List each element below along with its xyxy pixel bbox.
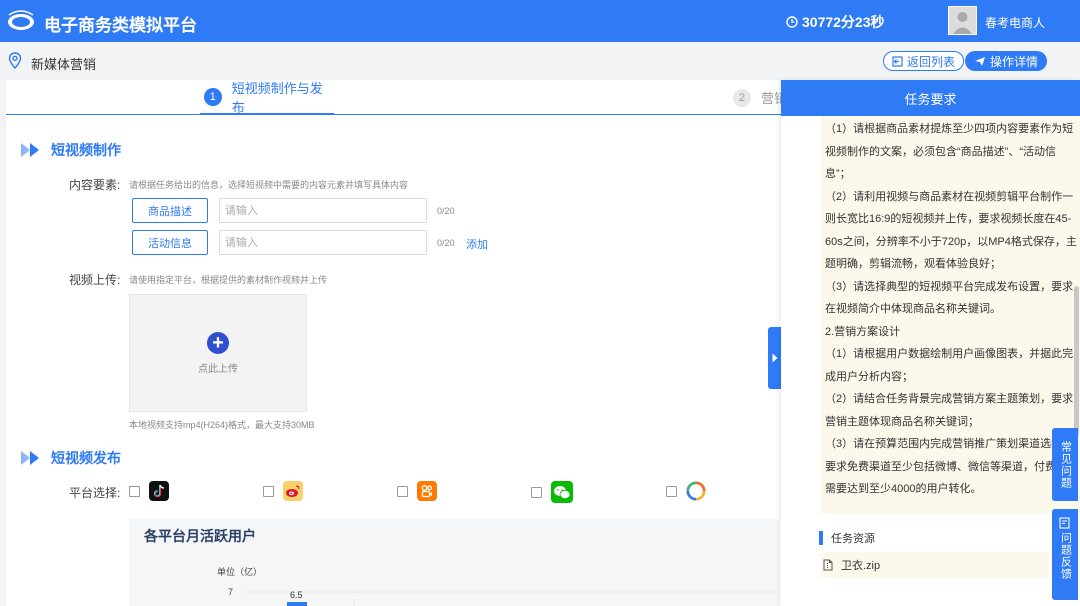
platform-checkbox[interactable] xyxy=(397,485,408,497)
top-bar: 电子商务类模拟平台 30772分23秒 春考电商人 xyxy=(0,0,1080,42)
step-2-number: 2 xyxy=(733,88,751,107)
monthly-active-users-chart: 各平台月活跃用户 单位（亿） 7 6.5 xyxy=(129,519,779,606)
activity-info-counter: 0/20 xyxy=(437,238,455,248)
file-icon xyxy=(823,559,833,571)
task-panel-header: 任务要求 xyxy=(781,80,1080,116)
plus-circle-icon: + xyxy=(207,331,229,354)
douyin-icon xyxy=(149,481,169,501)
production-title: 短视频制作 xyxy=(51,142,121,158)
product-description-input[interactable] xyxy=(219,198,427,223)
video-upload-hint: 请使用指定平台，根据提供的素材制作视频并上传 xyxy=(129,275,328,285)
video-upload-area[interactable]: + 点此上传 xyxy=(129,294,307,412)
step-1-label: 短视频制作与发布 xyxy=(231,80,323,115)
step-1-number: 1 xyxy=(204,87,222,106)
back-to-list-button[interactable]: 返回列表 xyxy=(883,51,965,71)
countdown-timer: 30772分23秒 xyxy=(786,12,885,32)
content-elements-hint: 请根据任务给出的信息，选择短视频中需要的内容元素并填写具体内容 xyxy=(129,180,409,190)
video-channel-icon xyxy=(686,481,706,501)
chart-plot: 7 6.5 xyxy=(228,587,779,606)
faq-tab[interactable]: 常见问题 xyxy=(1052,428,1078,501)
location-pin-icon xyxy=(8,52,22,69)
avatar[interactable] xyxy=(948,6,977,35)
tag-product-description-button[interactable]: 商品描述 xyxy=(132,198,208,223)
activity-info-input[interactable] xyxy=(219,230,427,255)
breadcrumb: 新媒体营销 xyxy=(31,57,97,72)
platform-option-video-channel[interactable] xyxy=(666,481,706,501)
back-to-list-label: 返回列表 xyxy=(907,54,956,69)
section-title-production: 短视频制作 xyxy=(21,140,121,160)
upload-prompt: 点此上传 xyxy=(198,363,238,375)
task-item: （1）请根据用户数据绘制用户画像图表，并据此完成用户分析内容； xyxy=(825,348,1074,383)
add-element-link[interactable]: 添加 xyxy=(466,236,488,252)
task-requirements-panel: 任务要求 （1）请根据商品素材提炼至少四项内容要素作为短视频制作的文案，必须包含… xyxy=(781,80,1080,606)
weibo-icon xyxy=(283,481,303,501)
publish-title: 短视频发布 xyxy=(51,450,121,466)
double-chevron-icon xyxy=(21,451,43,465)
operation-details-button[interactable]: 操作详情 xyxy=(965,51,1048,71)
video-upload-label: 视频上传: xyxy=(69,273,121,287)
resource-file-name: 卫衣.zip xyxy=(841,560,881,572)
faq-label: 常见问题 xyxy=(1059,440,1072,489)
task-resources-label: 任务资源 xyxy=(831,533,875,545)
step-2-tab[interactable]: 2 营销 xyxy=(733,80,787,115)
y-tick-label: 7 xyxy=(228,587,233,597)
task-item: （1）请根据商品素材提炼至少四项内容要素作为短视频制作的文案，必须包含“商品描述… xyxy=(825,123,1074,180)
task-resources-heading: 任务资源 xyxy=(819,530,875,546)
heading-accent-bar xyxy=(819,531,823,545)
platform-checkbox[interactable] xyxy=(666,485,677,497)
upload-format-note: 本地视频支持mp4(H264)格式，最大支持30MB xyxy=(129,420,315,430)
step-1-tab[interactable]: 1 短视频制作与发布 xyxy=(200,80,334,115)
task-item: （3）请选择典型的短视频平台完成发布设置，要求在视频简介中体现商品名称关键词。 xyxy=(825,280,1074,316)
caret-right-icon xyxy=(772,353,778,363)
task-panel-scrollbar[interactable] xyxy=(1074,286,1079,436)
content-elements-label: 内容要素: xyxy=(69,178,121,192)
platform-option-kuaishou[interactable] xyxy=(397,481,437,501)
wechat-icon xyxy=(551,481,573,503)
feedback-label: 问题反馈 xyxy=(1059,532,1072,580)
platform-select-label: 平台选择: xyxy=(69,486,121,500)
tag-activity-info-button[interactable]: 活动信息 xyxy=(132,230,208,255)
double-chevron-icon xyxy=(21,143,43,157)
edit-icon xyxy=(1059,517,1070,529)
platform-option-douyin[interactable] xyxy=(129,481,169,501)
kuaishou-icon xyxy=(417,481,437,501)
task-requirements-content: （1）请根据商品素材提炼至少四项内容要素作为短视频制作的文案，必须包含“商品描述… xyxy=(821,116,1080,514)
bar-data-label: 6.5 xyxy=(290,590,303,600)
task-section-heading: 2.营销方案设计 xyxy=(825,325,901,338)
panel-toggle-button[interactable] xyxy=(768,327,782,389)
section-title-publish: 短视频发布 xyxy=(21,448,121,468)
task-item: （3）请在预算范围内完成营销推广策划渠道选择，要求免费渠道至少包括微博、微信等渠… xyxy=(825,438,1078,495)
platform-checkbox[interactable] xyxy=(129,485,140,497)
platform-checkbox[interactable] xyxy=(263,485,274,497)
task-item: （2）请结合任务背景完成营销方案主题策划，要求营销主题体现商品名称关键词； xyxy=(825,393,1074,428)
exit-icon xyxy=(892,55,903,67)
platform-checkbox[interactable] xyxy=(531,486,542,498)
feedback-tab[interactable]: 问题反馈 xyxy=(1052,509,1078,600)
user-avatar-icon xyxy=(953,12,972,34)
platform-option-wechat[interactable] xyxy=(531,481,573,503)
platform-option-weibo[interactable] xyxy=(263,481,303,501)
bar xyxy=(287,602,307,606)
operation-details-label: 操作详情 xyxy=(990,54,1039,69)
timer-value: 30772分23秒 xyxy=(802,14,885,30)
resource-file-item[interactable]: 卫衣.zip xyxy=(821,552,1049,578)
task-item: （2）请利用视频与商品素材在视频剪辑平台制作一则长宽比16:9的短视频并上传，要… xyxy=(825,190,1077,271)
allpass-logo xyxy=(8,10,34,30)
sub-header: 新媒体营销 返回列表 操作详情 xyxy=(0,42,1080,80)
product-description-counter: 0/20 xyxy=(437,206,455,216)
app-title: 电子商务类模拟平台 xyxy=(44,16,197,35)
send-icon xyxy=(975,56,985,66)
username[interactable]: 春考电商人 xyxy=(985,14,1045,31)
clock-icon xyxy=(786,16,798,28)
